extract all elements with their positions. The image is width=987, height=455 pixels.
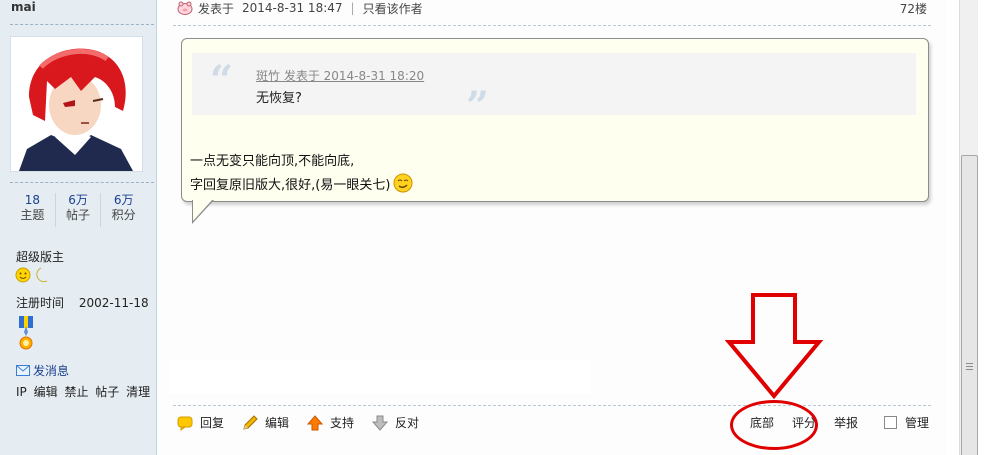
annotation-circle bbox=[730, 400, 818, 450]
username[interactable]: mai bbox=[11, 0, 36, 14]
separator: | bbox=[350, 1, 355, 15]
posted-time: 2014-8-31 18:47 bbox=[242, 1, 343, 15]
edit-button[interactable]: 编辑 bbox=[242, 414, 289, 431]
send-message-label: 发消息 bbox=[33, 364, 70, 378]
online-pig-icon bbox=[177, 1, 193, 15]
stat-topics[interactable]: 18 主题 bbox=[10, 193, 56, 227]
admin-links: IP 编辑 禁止 帖子 清理 bbox=[16, 383, 153, 400]
stat-label: 主题 bbox=[20, 208, 45, 222]
pencil-icon bbox=[243, 414, 258, 430]
page-margin bbox=[947, 0, 959, 455]
post-bubble: “ 斑竹 发表于 2014-8-31 18:20 无恢复? ” 一点无变只能向顶… bbox=[181, 38, 929, 224]
edit-label: 编辑 bbox=[265, 416, 290, 430]
post-line: 一点无变只能向顶,不能向底, bbox=[190, 154, 355, 169]
user-sidebar: mai 18 主题 6万 帖子 6万 积分 超级版主 注册时间 2002-11-… bbox=[0, 0, 157, 455]
smiley-emoji-icon bbox=[393, 173, 413, 193]
annotation-arrow-icon bbox=[725, 293, 824, 400]
reg-date: 2002-11-18 bbox=[78, 296, 149, 310]
scrollbar-thumb[interactable] bbox=[961, 155, 978, 455]
reg-label: 注册时间 bbox=[16, 296, 65, 310]
divider bbox=[10, 24, 154, 25]
admin-link-posts[interactable]: 帖子 bbox=[95, 385, 119, 399]
arrow-down-icon bbox=[372, 415, 389, 431]
avatar[interactable] bbox=[10, 36, 143, 172]
stat-label: 积分 bbox=[111, 208, 136, 222]
arrow-up-icon bbox=[307, 414, 324, 430]
oppose-label: 反对 bbox=[395, 416, 420, 430]
avatar-image bbox=[11, 37, 142, 171]
post-line: 字回复原旧版大,很好,(易一眼关七) bbox=[190, 177, 391, 193]
forum-post-frame: mai 18 主题 6万 帖子 6万 积分 超级版主 注册时间 2002-11-… bbox=[0, 0, 987, 455]
stat-value: 6万 bbox=[68, 193, 88, 207]
support-label: 支持 bbox=[330, 416, 355, 430]
sun-moon-icon bbox=[15, 267, 48, 283]
grip-line bbox=[966, 369, 973, 370]
stat-points[interactable]: 6万 积分 bbox=[101, 193, 146, 227]
divider bbox=[10, 182, 154, 183]
blank-area bbox=[169, 360, 591, 394]
divider bbox=[173, 405, 931, 406]
post-actions: 回复 编辑 支持 反对 bbox=[177, 414, 437, 431]
oppose-button[interactable]: 反对 bbox=[372, 414, 419, 431]
quote-block: “ 斑竹 发表于 2014-8-31 18:20 无恢复? ” bbox=[192, 53, 916, 127]
stat-value: 18 bbox=[24, 193, 40, 207]
envelope-icon bbox=[16, 365, 30, 376]
manage-label: 管理 bbox=[904, 416, 929, 430]
admin-link-clean[interactable]: 清理 bbox=[126, 385, 150, 399]
close-quote-icon: ” bbox=[466, 83, 490, 130]
user-rank[interactable]: 超级版主 bbox=[16, 248, 64, 265]
online-status-icons bbox=[15, 266, 51, 287]
support-button[interactable]: 支持 bbox=[307, 414, 354, 431]
reply-bubble-icon bbox=[177, 416, 193, 431]
grip-line bbox=[966, 366, 973, 367]
post-meta: 发表于 2014-8-31 18:47 | 只看该作者 bbox=[177, 0, 423, 16]
posted-label: 发表于 bbox=[198, 1, 235, 16]
post-line-with-emoji: 字回复原旧版大,很好,(易一眼关七) bbox=[190, 173, 413, 193]
medals bbox=[16, 316, 36, 355]
admin-link-ip[interactable]: IP bbox=[16, 385, 27, 399]
admin-link-ban[interactable]: 禁止 bbox=[64, 385, 88, 399]
registration-row: 注册时间 2002-11-18 bbox=[16, 294, 152, 311]
quote-author[interactable]: 斑竹 发表于 2014-8-31 18:20 bbox=[256, 67, 424, 84]
vertical-scrollbar[interactable] bbox=[959, 0, 978, 455]
bubble-tail-fill bbox=[193, 199, 213, 221]
divider bbox=[173, 25, 931, 26]
reply-button[interactable]: 回复 bbox=[177, 414, 224, 431]
open-quote-icon: “ bbox=[210, 57, 234, 104]
manage-checkbox[interactable] bbox=[883, 416, 897, 429]
send-message-link[interactable]: 发消息 bbox=[16, 362, 69, 379]
stat-posts[interactable]: 6万 帖子 bbox=[56, 193, 102, 227]
user-stats: 18 主题 6万 帖子 6万 积分 bbox=[10, 193, 146, 227]
report-link[interactable]: 举报 bbox=[834, 414, 858, 431]
admin-link-edit[interactable]: 编辑 bbox=[34, 385, 58, 399]
medal-icon bbox=[19, 316, 33, 350]
floor-number[interactable]: 72楼 bbox=[900, 0, 927, 17]
quote-text: 无恢复? bbox=[256, 91, 302, 106]
stat-value: 6万 bbox=[113, 193, 134, 207]
only-author-link[interactable]: 只看该作者 bbox=[363, 0, 423, 17]
post-area: 发表于 2014-8-31 18:47 | 只看该作者 72楼 “ 斑竹 发表于… bbox=[157, 0, 947, 455]
stat-label: 帖子 bbox=[66, 208, 91, 222]
grip-line bbox=[966, 363, 973, 364]
reply-label: 回复 bbox=[200, 416, 225, 430]
